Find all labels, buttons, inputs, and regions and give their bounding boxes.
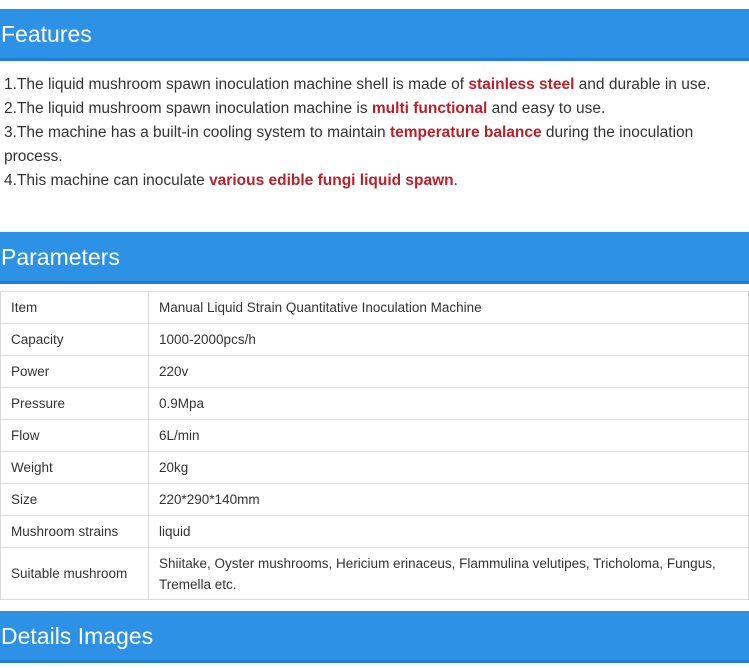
param-key: Capacity [0,323,149,356]
table-row: Flow 6L/min [0,419,749,452]
table-row: Pressure 0.9Mpa [0,387,749,420]
param-value: 0.9Mpa [148,387,749,420]
feature-item: 2.The liquid mushroom spawn inoculation … [4,97,744,121]
param-key: Suitable mushroom [0,547,149,600]
table-row: Weight 20kg [0,451,749,484]
feature-item: 4.This machine can inoculate various edi… [4,169,744,193]
table-row: Capacity 1000-2000pcs/h [0,323,749,356]
table-row: Size 220*290*140mm [0,483,749,516]
details-images-header: Details Images [0,611,749,663]
param-key: Pressure [0,387,149,420]
details-images-title: Details Images [1,623,154,649]
param-value: 20kg [148,451,749,484]
features-list: 1.The liquid mushroom spawn inoculation … [4,73,744,193]
feature-text: 1.The liquid mushroom spawn inoculation … [4,76,469,93]
param-key: Weight [0,451,149,484]
table-row: Power 220v [0,355,749,388]
feature-item: 3.The machine has a built-in cooling sys… [4,121,744,169]
feature-highlight: temperature balance [389,124,542,141]
param-value: Manual Liquid Strain Quantitative Inocul… [148,291,749,324]
param-value: 220*290*140mm [148,483,749,516]
table-row: Item Manual Liquid Strain Quantitative In… [0,291,749,324]
feature-text: 2.The liquid mushroom spawn inoculation … [4,100,372,117]
features-title: Features [1,21,92,47]
param-key: Flow [0,419,149,452]
param-key: Power [0,355,149,388]
parameters-table: Item Manual Liquid Strain Quantitative In… [0,291,749,600]
feature-text: and durable in use. [574,76,711,93]
param-value: 6L/min [148,419,749,452]
param-value: 1000-2000pcs/h [148,323,749,356]
feature-text: 4.This machine can inoculate [4,172,210,189]
feature-item: 1.The liquid mushroom spawn inoculation … [4,73,744,97]
feature-highlight: stainless steel [468,76,575,93]
table-row: Suitable mushroom Shiitake, Oyster mushro… [0,547,749,600]
param-value: Shiitake, Oyster mushrooms, Hericium eri… [148,547,749,600]
param-value: liquid [148,515,749,548]
param-key: Mushroom strains [0,515,149,548]
feature-text: . [453,172,458,189]
parameters-title: Parameters [1,244,120,270]
feature-text: 3.The machine has a built-in cooling sys… [4,124,390,141]
feature-highlight: multi functional [371,100,488,117]
features-header: Features [0,9,749,61]
table-row: Mushroom strains liquid [0,515,749,548]
feature-text: and easy to use. [487,100,606,117]
param-key: Size [0,483,149,516]
param-key: Item [0,291,149,324]
parameters-header: Parameters [0,232,749,284]
param-value: 220v [148,355,749,388]
feature-highlight: various edible fungi liquid spawn [209,172,454,189]
